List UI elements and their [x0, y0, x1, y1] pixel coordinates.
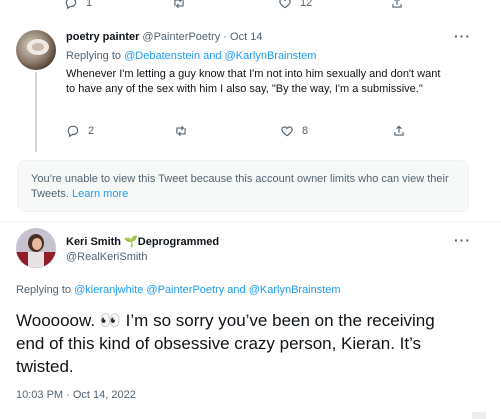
- author-name[interactable]: poetry painter: [66, 31, 139, 43]
- retweet-icon: [174, 0, 184, 9]
- tweet-text: Wooooow. 👀 I’m so sorry you’ve been on t…: [16, 311, 435, 376]
- share-icon: [394, 125, 404, 136]
- heart-icon: [281, 126, 293, 137]
- previous-tweet-actions: 1 12: [64, 0, 404, 10]
- retweet-button[interactable]: [172, 0, 186, 10]
- tweet2-header: Keri Smith 🌱Deprogrammed: [66, 235, 219, 248]
- reply-count: 1: [86, 0, 93, 9]
- share-icon: [392, 0, 402, 8]
- like-count: 12: [300, 0, 313, 9]
- more-button[interactable]: ···: [454, 28, 471, 44]
- divider: [0, 221, 501, 222]
- reply-button[interactable]: 2: [66, 124, 94, 138]
- more-icon: ···: [454, 232, 471, 248]
- avatar[interactable]: [16, 228, 56, 268]
- tweet1-actions: 2 8: [66, 124, 406, 138]
- replying-to: Replying to @kieranjwhite @PainterPoetry…: [16, 284, 341, 296]
- reply-count: 2: [88, 125, 95, 137]
- share-button[interactable]: [392, 124, 406, 138]
- retweet-icon: [176, 125, 186, 137]
- author-handle[interactable]: @RealKeriSmith: [66, 251, 147, 263]
- tweet-date[interactable]: Oct 14: [230, 31, 262, 43]
- learn-more-link[interactable]: Learn more: [72, 188, 128, 200]
- share-button[interactable]: [390, 0, 404, 10]
- author-handle[interactable]: @PainterPoetry: [142, 31, 220, 43]
- tweet1-header: poetry painter @PainterPoetry · Oct 14: [66, 31, 262, 43]
- replying-user-link[interactable]: @KarlynBrainstem: [225, 50, 317, 62]
- seedling-icon: 🌱: [124, 236, 138, 248]
- heart-icon: [279, 0, 291, 9]
- like-button[interactable]: 12: [278, 0, 312, 10]
- tweet-timestamp[interactable]: 10:03 PM · Oct 14, 2022: [16, 389, 136, 401]
- replying-user-link[interactable]: @Debatenstein: [124, 50, 200, 62]
- replying-to: Replying to @Debatenstein and @KarlynBra…: [66, 50, 316, 62]
- avatar-image: [16, 30, 56, 70]
- reply-icon: [67, 125, 79, 138]
- replying-prefix: Replying to: [16, 284, 72, 296]
- like-button[interactable]: 8: [280, 124, 308, 138]
- author-name[interactable]: Keri Smith: [66, 236, 121, 248]
- unavailable-notice: You’re unable to view this Tweet because…: [17, 160, 469, 212]
- replying-user-link[interactable]: @KarlynBrainstem: [249, 284, 341, 296]
- avatar[interactable]: [16, 30, 56, 70]
- avatar-image: [16, 228, 56, 268]
- like-count: 8: [302, 125, 309, 137]
- more-button[interactable]: ···: [454, 232, 471, 248]
- replying-user-link[interactable]: @PainterPoetry: [146, 284, 224, 296]
- author-badge-text[interactable]: Deprogrammed: [138, 236, 219, 248]
- tweet-text: Whenever I'm letting a guy know that I'm…: [66, 68, 441, 95]
- retweet-button[interactable]: [174, 124, 188, 138]
- separator: ·: [223, 31, 227, 43]
- reply-button[interactable]: 1: [64, 0, 92, 10]
- thread-line: [35, 72, 37, 152]
- replying-and[interactable]: and: [227, 284, 245, 296]
- scrollbar[interactable]: [472, 412, 486, 419]
- reply-icon: [65, 0, 77, 10]
- replying-and[interactable]: and: [203, 50, 221, 62]
- more-icon: ···: [454, 28, 471, 44]
- replying-user-link[interactable]: @kieranjwhite: [74, 284, 143, 296]
- replying-prefix: Replying to: [66, 50, 122, 62]
